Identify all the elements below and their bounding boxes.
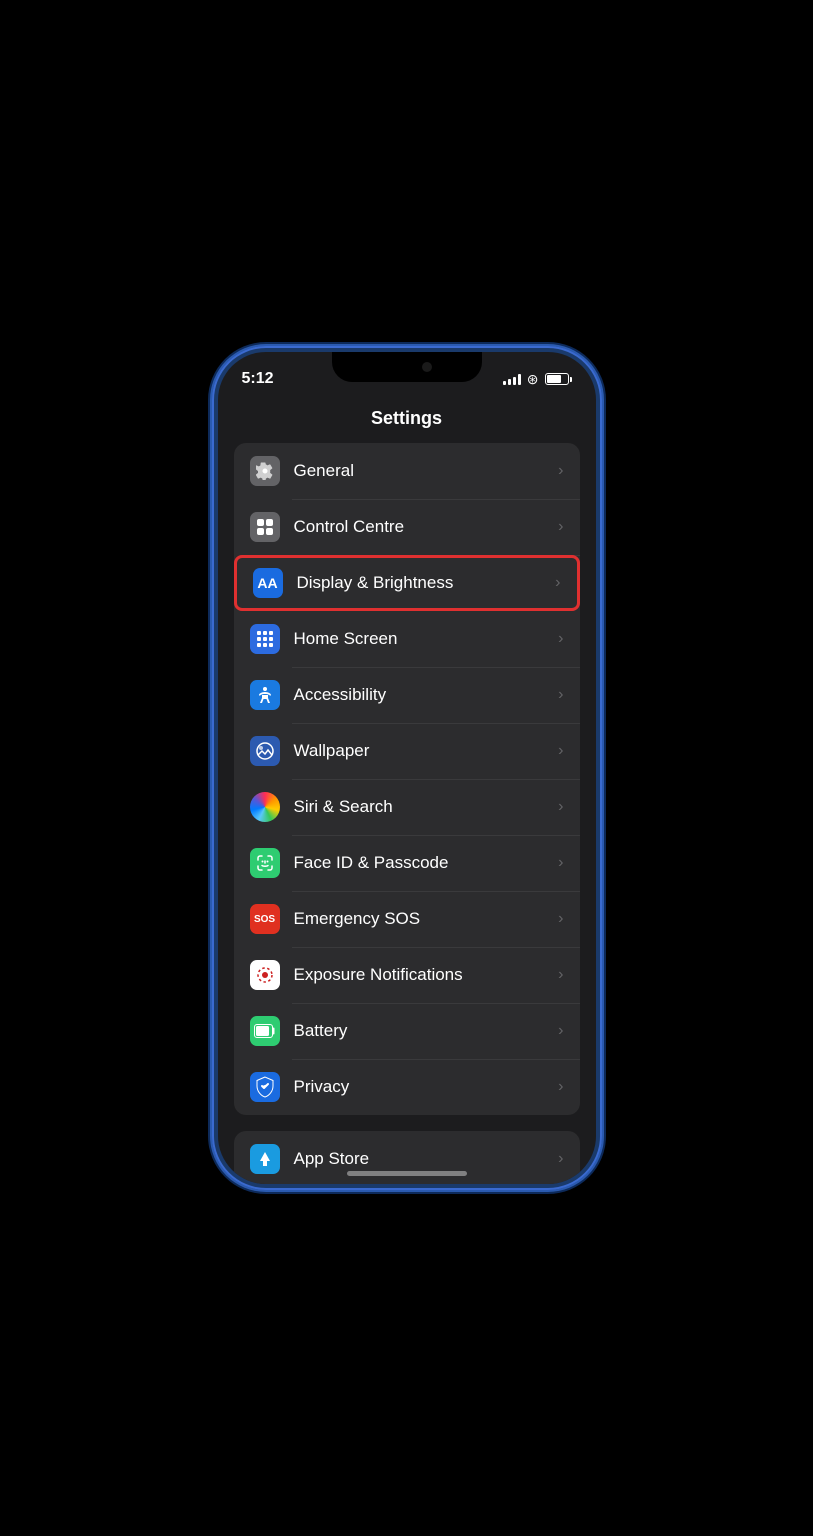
screen-content: Settings General › [218, 396, 596, 1184]
home-screen-chevron: › [558, 630, 563, 648]
faceid-icon [250, 848, 280, 878]
settings-item-control-centre[interactable]: Control Centre › [234, 499, 580, 555]
privacy-chevron: › [558, 1078, 563, 1096]
siri-label: Siri & Search [294, 797, 559, 817]
appstore-chevron: › [558, 1150, 563, 1168]
accessibility-chevron: › [558, 686, 563, 704]
settings-item-siri[interactable]: Siri & Search › [234, 779, 580, 835]
sos-icon: SOS [250, 904, 280, 934]
settings-item-home-screen[interactable]: Home Screen › [234, 611, 580, 667]
faceid-chevron: › [558, 854, 563, 872]
sos-label: Emergency SOS [294, 909, 559, 929]
siri-chevron: › [558, 798, 563, 816]
battery-settings-icon [250, 1016, 280, 1046]
settings-item-appstore[interactable]: App Store › [234, 1131, 580, 1184]
page-title: Settings [218, 396, 596, 443]
settings-item-battery[interactable]: Battery › [234, 1003, 580, 1059]
control-centre-label: Control Centre [294, 517, 559, 537]
display-label: Display & Brightness [297, 573, 556, 593]
phone-frame: 5:12 ⊛ Settings [212, 346, 602, 1190]
privacy-icon [250, 1072, 280, 1102]
settings-item-sos[interactable]: SOS Emergency SOS › [234, 891, 580, 947]
exposure-label: Exposure Notifications [294, 965, 559, 985]
battery-chevron: › [558, 1022, 563, 1040]
control-centre-icon [250, 512, 280, 542]
settings-group-1: General › Control [234, 443, 580, 1115]
appstore-label: App Store [294, 1149, 559, 1169]
faceid-label: Face ID & Passcode [294, 853, 559, 873]
settings-item-display[interactable]: AA Display & Brightness › [234, 555, 580, 611]
settings-item-accessibility[interactable]: Accessibility › [234, 667, 580, 723]
signal-icon [503, 373, 521, 385]
display-chevron: › [555, 574, 560, 592]
home-indicator [347, 1171, 467, 1176]
wifi-icon: ⊛ [527, 371, 539, 388]
wallpaper-icon [250, 736, 280, 766]
status-icons: ⊛ [503, 361, 572, 388]
phone-screen: 5:12 ⊛ Settings [218, 352, 596, 1184]
settings-item-general[interactable]: General › [234, 443, 580, 499]
wallpaper-label: Wallpaper [294, 741, 559, 761]
notch [332, 352, 482, 382]
wallpaper-chevron: › [558, 742, 563, 760]
settings-item-wallpaper[interactable]: Wallpaper › [234, 723, 580, 779]
settings-item-faceid[interactable]: Face ID & Passcode › [234, 835, 580, 891]
settings-item-privacy[interactable]: Privacy › [234, 1059, 580, 1115]
general-label: General [294, 461, 559, 481]
settings-scroll: General › Control [218, 443, 596, 1184]
home-screen-label: Home Screen [294, 629, 559, 649]
general-chevron: › [558, 462, 563, 480]
display-icon: AA [253, 568, 283, 598]
accessibility-label: Accessibility [294, 685, 559, 705]
battery-label: Battery [294, 1021, 559, 1041]
sos-chevron: › [558, 910, 563, 928]
status-time: 5:12 [242, 360, 274, 388]
camera [422, 362, 432, 372]
privacy-label: Privacy [294, 1077, 559, 1097]
accessibility-icon [250, 680, 280, 710]
battery-status-icon [545, 373, 572, 385]
general-icon [250, 456, 280, 486]
control-centre-chevron: › [558, 518, 563, 536]
settings-group-2: App Store › Wallet › [234, 1131, 580, 1184]
home-screen-icon [250, 624, 280, 654]
exposure-icon [250, 960, 280, 990]
settings-item-exposure[interactable]: Exposure Notifications › [234, 947, 580, 1003]
exposure-chevron: › [558, 966, 563, 984]
appstore-icon [250, 1144, 280, 1174]
siri-icon [250, 792, 280, 822]
